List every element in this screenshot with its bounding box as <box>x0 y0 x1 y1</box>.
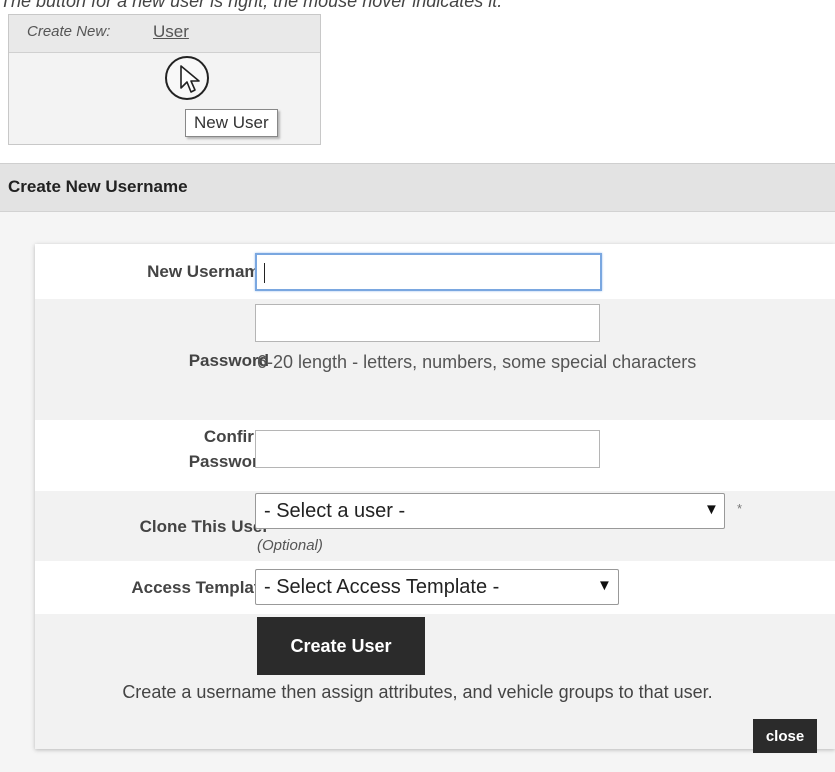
new-username-input[interactable] <box>255 253 602 291</box>
template-label: Access Template <box>131 578 269 597</box>
create-user-button[interactable]: Create User <box>257 617 425 675</box>
clone-label: Clone This User <box>139 517 269 536</box>
template-row: Access Template - Select Access Template… <box>35 561 835 614</box>
dialog-title: Create New Username <box>8 177 188 196</box>
confirm-password-input[interactable] <box>255 430 600 468</box>
clone-star: * <box>737 501 743 516</box>
create-new-user-link[interactable]: User <box>153 22 189 42</box>
dialog-description: Create a username then assign attributes… <box>122 682 713 702</box>
create-user-form: New Username Password 6-20 length - lett… <box>35 244 835 749</box>
close-button[interactable]: close <box>753 719 817 753</box>
new-user-tooltip: New User <box>185 109 278 137</box>
confirm-row: Confirm Password <box>35 420 835 491</box>
mouse-pointer-icon <box>180 65 200 93</box>
create-new-label: Create New: <box>27 23 111 40</box>
create-new-bar: Create New: User <box>9 15 320 53</box>
clone-user-select[interactable]: - Select a user - ▼ <box>255 493 725 529</box>
create-new-snippet: Create New: User New User <box>8 14 321 145</box>
access-template-select[interactable]: - Select Access Template - ▼ <box>255 569 619 605</box>
password-hint: 6-20 length - letters, numbers, some spe… <box>257 352 697 372</box>
triangle-down-icon: ▼ <box>597 577 612 594</box>
password-input[interactable] <box>255 304 600 342</box>
dialog-header: Create New Username <box>0 164 835 212</box>
clone-user-selected: - Select a user - <box>264 500 406 522</box>
password-row: Password 6-20 length - letters, numbers,… <box>35 299 835 420</box>
username-label: New Username <box>147 262 269 281</box>
access-template-selected: - Select Access Template - <box>264 576 500 598</box>
clone-optional-note: (Optional) <box>257 537 323 554</box>
cut-off-caption: The button for a new user is right, the … <box>0 0 503 11</box>
clone-row: Clone This User - Select a user - ▼ * (O… <box>35 491 835 561</box>
text-caret <box>264 263 265 283</box>
triangle-down-icon: ▼ <box>704 501 719 518</box>
username-row: New Username <box>35 244 835 299</box>
create-username-dialog: Create New Username New Username Passwor… <box>0 163 835 772</box>
